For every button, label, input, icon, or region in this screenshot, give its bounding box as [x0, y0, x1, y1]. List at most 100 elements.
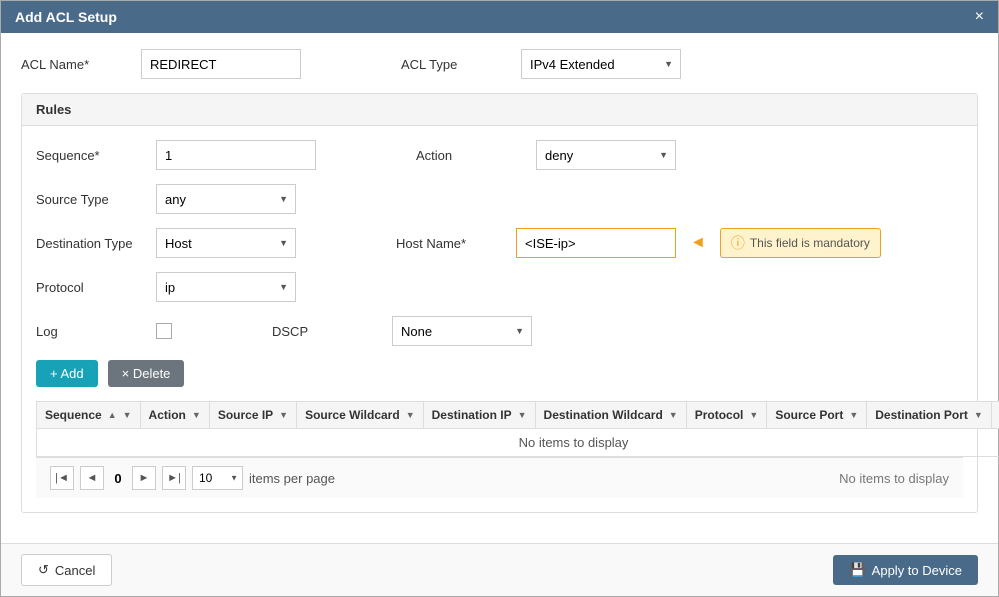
action-group: Action deny permit — [416, 140, 676, 170]
source-type-label: Source Type — [36, 192, 146, 207]
sequence-action-row: Sequence* Action deny permit — [36, 140, 963, 170]
acl-type-select-wrapper: IPv4 Extended IPv4 Standard IPv6 — [521, 49, 681, 79]
info-icon: ⓘ — [731, 233, 745, 253]
col-protocol[interactable]: Protocol ▼ — [686, 402, 767, 429]
sort-icon-source-ip: ▼ — [279, 410, 288, 420]
rules-body: Sequence* Action deny permit — [22, 126, 977, 512]
dscp-select-wrapper: None af11 af12 cs1 — [392, 316, 532, 346]
protocol-select-wrapper: ip tcp udp icmp — [156, 272, 296, 302]
log-checkbox[interactable] — [156, 323, 172, 339]
prev-page-button[interactable]: ◄ — [80, 466, 104, 490]
next-page-button[interactable]: ► — [132, 466, 156, 490]
col-sequence-label: Sequence — [45, 408, 102, 422]
destination-type-row: Destination Type Host any network Host N… — [36, 228, 963, 258]
col-dscp[interactable]: DSCP ▼ — [991, 402, 999, 429]
col-source-ip-label: Source IP — [218, 408, 273, 422]
sort-icon-protocol: ▼ — [749, 410, 758, 420]
action-buttons-row: + Add × Delete — [36, 360, 963, 387]
apply-label: Apply to Device — [872, 563, 962, 578]
action-select[interactable]: deny permit — [536, 140, 676, 170]
protocol-group: Protocol ip tcp udp icmp — [36, 272, 296, 302]
destination-type-select-wrapper: Host any network — [156, 228, 296, 258]
source-type-select[interactable]: any host network — [156, 184, 296, 214]
rules-section-label: Rules — [36, 102, 71, 117]
col-source-ip[interactable]: Source IP ▼ — [209, 402, 296, 429]
modal-header: Add ACL Setup × — [1, 1, 998, 33]
source-type-row: Source Type any host network — [36, 184, 963, 214]
cancel-label: Cancel — [55, 563, 95, 578]
protocol-label: Protocol — [36, 280, 146, 295]
sequence-group: Sequence* — [36, 140, 316, 170]
acl-type-label: ACL Type — [401, 57, 511, 72]
no-items-right-text: No items to display — [839, 471, 949, 486]
col-sequence[interactable]: Sequence ▲ ▼ — [37, 402, 141, 429]
current-page: 0 — [110, 471, 126, 486]
col-action-label: Action — [149, 408, 186, 422]
sort-icon-dest-port: ▼ — [974, 410, 983, 420]
no-items-text: No items to display — [519, 435, 629, 450]
sort-icon-sequence: ▲ — [108, 410, 117, 420]
cancel-icon: ↺ — [38, 562, 49, 578]
add-acl-modal: Add ACL Setup × ACL Name* ACL Type IPv4 … — [0, 0, 999, 597]
table-header: Sequence ▲ ▼ Action ▼ — [37, 402, 999, 429]
col-dest-wildcard[interactable]: Destination Wildcard ▼ — [535, 402, 686, 429]
col-dest-ip[interactable]: Destination IP ▼ — [423, 402, 535, 429]
protocol-row: Protocol ip tcp udp icmp — [36, 272, 963, 302]
sort-icon-source-port: ▼ — [849, 410, 858, 420]
first-page-button[interactable]: |◄ — [50, 466, 74, 490]
col-source-port[interactable]: Source Port ▼ — [767, 402, 867, 429]
col-source-wildcard[interactable]: Source Wildcard ▼ — [297, 402, 424, 429]
modal-title: Add ACL Setup — [15, 9, 117, 25]
action-select-wrapper: deny permit — [536, 140, 676, 170]
rules-header: Rules — [22, 94, 977, 126]
col-dest-wildcard-label: Destination Wildcard — [544, 408, 663, 422]
sequence-input[interactable] — [156, 140, 316, 170]
table-header-row: Sequence ▲ ▼ Action ▼ — [37, 402, 999, 429]
table-body: No items to display — [37, 429, 999, 457]
log-group: Log — [36, 323, 172, 339]
modal-close-button[interactable]: × — [975, 9, 984, 25]
delete-rule-button[interactable]: × Delete — [108, 360, 185, 387]
destination-type-select[interactable]: Host any network — [156, 228, 296, 258]
action-label: Action — [416, 148, 526, 163]
sort-icon-source-wc: ▼ — [406, 410, 415, 420]
col-protocol-label: Protocol — [695, 408, 744, 422]
items-per-page-select[interactable]: 10 25 50 100 — [192, 466, 243, 490]
acl-name-group: ACL Name* — [21, 49, 301, 79]
acl-top-row: ACL Name* ACL Type IPv4 Extended IPv4 St… — [21, 49, 978, 79]
dscp-select[interactable]: None af11 af12 cs1 — [392, 316, 532, 346]
items-per-page-label: items per page — [249, 471, 335, 486]
warning-arrow-icon: ◄ — [690, 234, 706, 252]
sequence-label: Sequence* — [36, 148, 146, 163]
dscp-group: DSCP None af11 af12 cs1 — [272, 316, 532, 346]
destination-type-group: Destination Type Host any network — [36, 228, 296, 258]
rules-table: Sequence ▲ ▼ Action ▼ — [36, 401, 999, 457]
col-dest-port-label: Destination Port — [875, 408, 968, 422]
no-items-cell: No items to display — [37, 429, 999, 457]
acl-type-group: ACL Type IPv4 Extended IPv4 Standard IPv… — [401, 49, 681, 79]
add-rule-button[interactable]: + Add — [36, 360, 98, 387]
source-type-select-wrapper: any host network — [156, 184, 296, 214]
last-page-button[interactable]: ►| — [162, 466, 186, 490]
host-name-input[interactable] — [516, 228, 676, 258]
sort-down-icon-sequence: ▼ — [123, 410, 132, 420]
acl-type-select[interactable]: IPv4 Extended IPv4 Standard IPv6 — [521, 49, 681, 79]
log-dscp-row: Log DSCP None af11 af12 cs1 — [36, 316, 963, 346]
dscp-label: DSCP — [272, 324, 382, 339]
col-dest-ip-label: Destination IP — [432, 408, 512, 422]
sort-icon-action: ▼ — [192, 410, 201, 420]
col-action[interactable]: Action ▼ — [140, 402, 209, 429]
acl-name-input[interactable] — [141, 49, 301, 79]
destination-type-label: Destination Type — [36, 236, 146, 251]
pagination-row: |◄ ◄ 0 ► ►| 10 25 50 100 items per page — [36, 457, 963, 498]
items-per-page-wrapper: 10 25 50 100 — [192, 466, 243, 490]
sort-icon-dest-wc: ▼ — [669, 410, 678, 420]
col-dest-port[interactable]: Destination Port ▼ — [867, 402, 992, 429]
cancel-button[interactable]: ↺ Cancel — [21, 554, 112, 586]
apply-to-device-button[interactable]: 💾 Apply to Device — [833, 555, 978, 585]
host-name-label: Host Name* — [396, 236, 506, 251]
col-source-port-label: Source Port — [775, 408, 843, 422]
apply-icon: 💾 — [849, 562, 865, 578]
protocol-select[interactable]: ip tcp udp icmp — [156, 272, 296, 302]
rules-section: Rules Sequence* Action deny permit — [21, 93, 978, 513]
